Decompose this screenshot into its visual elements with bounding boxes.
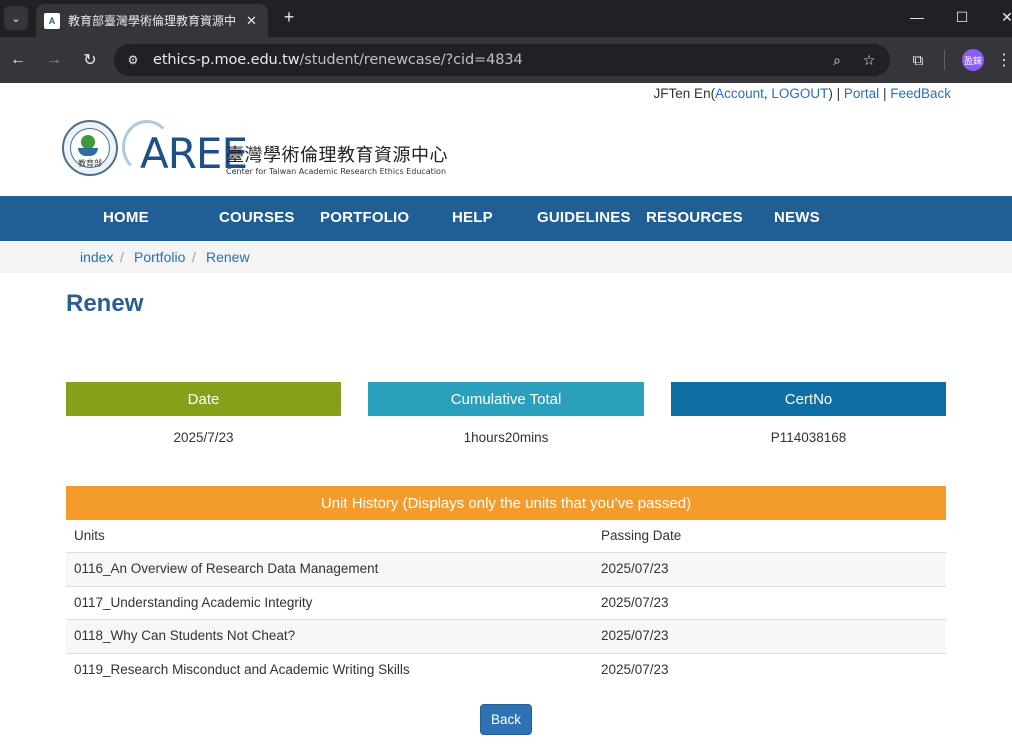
profile-avatar[interactable]: 盈錸 bbox=[962, 49, 984, 71]
reload-icon[interactable]: ↻ bbox=[78, 48, 102, 72]
address-bar[interactable]: ⚙ ethics-p.moe.edu.tw/student/renewcase/… bbox=[114, 44, 890, 76]
browser-toolbar: ← → ↻ ⚙ ethics-p.moe.edu.tw/student/rene… bbox=[0, 37, 1012, 83]
zoom-search-icon[interactable]: ⌕ bbox=[828, 51, 846, 69]
tab-search-chevron-icon[interactable]: ⌄ bbox=[4, 6, 28, 30]
browser-tab-strip: ⌄ A 教育部臺灣學術倫理教育資源中心 ✕ + — ☐ ✕ bbox=[0, 0, 1012, 37]
unit-name: 0118_Why Can Students Not Cheat? bbox=[74, 628, 296, 644]
breadcrumb-separator: / bbox=[192, 249, 196, 265]
passing-date: 2025/07/23 bbox=[601, 628, 669, 644]
back-arrow-icon[interactable]: ← bbox=[6, 48, 30, 72]
unit-name: 0119_Research Misconduct and Academic Wr… bbox=[74, 661, 410, 677]
seal-text: 教育部 bbox=[78, 159, 102, 168]
breadcrumb-renew[interactable]: Renew bbox=[206, 249, 250, 265]
forward-arrow-icon[interactable]: → bbox=[42, 48, 66, 72]
breadcrumb-separator: / bbox=[120, 249, 124, 265]
user-bar: JFTen En(Account, LOGOUT) | Portal | Fee… bbox=[654, 86, 951, 101]
back-button[interactable]: Back bbox=[480, 704, 532, 735]
table-row: 0117_Understanding Academic Integrity 20… bbox=[66, 587, 946, 621]
breadcrumb: index / Portfolio / Renew bbox=[0, 241, 1012, 273]
table-header-row: Units Passing Date bbox=[66, 520, 946, 554]
tab-title: 教育部臺灣學術倫理教育資源中心 bbox=[68, 14, 236, 28]
center-name-english: Center for Taiwan Academic Research Ethi… bbox=[226, 167, 447, 176]
nav-courses[interactable]: COURSES bbox=[219, 209, 295, 226]
userbar-pipe: | bbox=[879, 86, 891, 101]
favicon-icon: A bbox=[44, 12, 60, 29]
new-tab-plus-icon[interactable]: + bbox=[278, 6, 300, 28]
userbar-pipe: | bbox=[832, 86, 844, 101]
feedback-link[interactable]: FeedBack bbox=[890, 86, 951, 101]
main-navigation: HOME COURSES PORTFOLIO HELP GUIDELINES R… bbox=[0, 196, 1012, 241]
page-title: Renew bbox=[66, 290, 144, 317]
cumulative-total-value: 1hours20mins bbox=[463, 430, 549, 445]
url-host: ethics-p.moe.edu.tw bbox=[153, 52, 300, 68]
logout-link[interactable]: LOGOUT bbox=[771, 86, 828, 101]
maximize-icon[interactable]: ☐ bbox=[947, 6, 977, 28]
passing-date: 2025/07/23 bbox=[601, 594, 669, 610]
minimize-icon[interactable]: — bbox=[902, 6, 932, 28]
site-info-icon[interactable]: ⚙ bbox=[124, 51, 142, 69]
table-row: 0116_An Overview of Research Data Manage… bbox=[66, 553, 946, 587]
date-value: 2025/7/23 bbox=[173, 430, 234, 445]
center-name-chinese: 臺灣學術倫理教育資源中心 bbox=[226, 145, 448, 166]
nav-home[interactable]: HOME bbox=[103, 209, 149, 226]
kebab-menu-icon[interactable]: ⋮ bbox=[996, 49, 1012, 71]
column-header-units: Units bbox=[74, 528, 105, 543]
date-header: Date bbox=[66, 382, 341, 416]
unit-history-header: Unit History (Displays only the units th… bbox=[66, 486, 946, 520]
unit-name: 0116_An Overview of Research Data Manage… bbox=[74, 561, 379, 577]
extensions-puzzle-icon[interactable]: ⧉ bbox=[906, 48, 930, 72]
window-close-icon[interactable]: ✕ bbox=[992, 6, 1012, 28]
certno-value: P114038168 bbox=[770, 430, 847, 445]
url-path: /student/renewcase/?cid=4834 bbox=[299, 52, 523, 68]
breadcrumb-index[interactable]: index bbox=[80, 249, 113, 265]
passing-date: 2025/07/23 bbox=[601, 561, 669, 577]
nav-resources[interactable]: RESOURCES bbox=[646, 209, 743, 226]
url-text[interactable]: ethics-p.moe.edu.tw/student/renewcase/?c… bbox=[153, 52, 523, 68]
ministry-of-education-seal-logo[interactable]: 教育部 bbox=[62, 120, 118, 176]
unit-history-table: Units Passing Date 0116_An Overview of R… bbox=[66, 520, 946, 687]
passing-date: 2025/07/23 bbox=[601, 661, 669, 677]
nav-guidelines[interactable]: GUIDELINES bbox=[537, 209, 631, 226]
web-page: JFTen En(Account, LOGOUT) | Portal | Fee… bbox=[0, 83, 1012, 749]
tab-close-icon[interactable]: ✕ bbox=[246, 13, 257, 29]
account-link[interactable]: Account bbox=[715, 86, 764, 101]
user-name: JFTen En( bbox=[653, 86, 716, 101]
cumulative-total-header: Cumulative Total bbox=[368, 382, 644, 416]
column-header-passing-date: Passing Date bbox=[601, 528, 682, 543]
table-row: 0119_Research Misconduct and Academic Wr… bbox=[66, 654, 946, 687]
unit-name: 0117_Understanding Academic Integrity bbox=[74, 594, 313, 610]
table-row: 0118_Why Can Students Not Cheat? 2025/07… bbox=[66, 620, 946, 654]
nav-news[interactable]: NEWS bbox=[774, 209, 820, 226]
bookmark-star-icon[interactable]: ☆ bbox=[860, 51, 878, 69]
browser-tab-active[interactable]: A 教育部臺灣學術倫理教育資源中心 ✕ bbox=[36, 4, 268, 37]
certno-header: CertNo bbox=[671, 382, 946, 416]
toolbar-divider bbox=[944, 50, 945, 70]
portal-link[interactable]: Portal bbox=[844, 86, 879, 101]
nav-portfolio[interactable]: PORTFOLIO bbox=[320, 209, 409, 226]
nav-help[interactable]: HELP bbox=[452, 209, 493, 226]
breadcrumb-portfolio[interactable]: Portfolio bbox=[134, 249, 185, 265]
